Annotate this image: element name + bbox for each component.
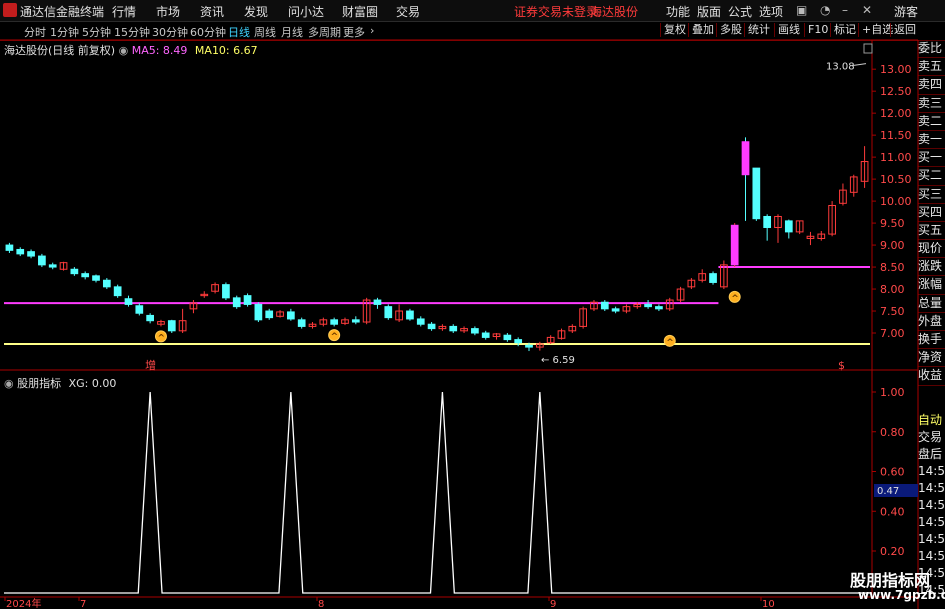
current-value-label: 0.47: [877, 486, 899, 497]
indicator-tick-label: 0.80: [880, 426, 905, 439]
candle: [167, 320, 176, 332]
candle: [471, 328, 479, 334]
price-tick-label: 9.00: [880, 239, 905, 252]
low-price-label: ← 6.59: [541, 355, 575, 366]
candle: [124, 298, 133, 305]
candle: [113, 286, 122, 297]
candle: [600, 301, 609, 310]
candle: [243, 295, 252, 305]
candle: [514, 339, 523, 344]
candle: [38, 255, 46, 266]
time-tick-label: 9: [550, 599, 556, 609]
layout-toggle-icon: [863, 43, 873, 54]
candle: [222, 284, 230, 299]
candle: [70, 268, 79, 275]
candle: [287, 311, 295, 320]
candle: [232, 297, 241, 308]
price-tick-label: 13.00: [880, 63, 912, 76]
candle: [48, 264, 57, 268]
time-tick-label: 2024年: [6, 597, 41, 609]
candle: [481, 332, 490, 338]
price-tick-label: 8.00: [880, 283, 905, 296]
candle: [644, 303, 652, 308]
indicator-line: [4, 391, 870, 594]
time-tick-label: 8: [318, 599, 324, 609]
candle: [709, 273, 717, 283]
candle: [784, 220, 793, 233]
price-tick-label: 8.50: [880, 261, 905, 274]
signal-tag-1: $: [838, 359, 845, 372]
indicator-tick-label: 0.40: [880, 505, 905, 518]
candle: [741, 141, 750, 176]
candle: [146, 314, 154, 322]
candle: [351, 319, 360, 323]
candle: [730, 224, 739, 266]
price-tick-label: 10.00: [880, 195, 912, 208]
candle: [5, 244, 14, 251]
indicator-tick-label: 0.20: [880, 545, 905, 558]
indicator-tick-label: 1.00: [880, 386, 905, 399]
price-tick-label: 11.00: [880, 151, 912, 164]
candle: [297, 319, 306, 327]
candle: [611, 308, 620, 312]
kline-chart[interactable]: 7.00 7.50 8.00 8.50 9.00 9.50 10.00 10.50 11.00 1…: [0, 0, 945, 609]
candle: [503, 334, 512, 341]
price-tick-label: 9.50: [880, 217, 905, 230]
candle: [102, 279, 111, 288]
signal-tag-0: 增: [145, 358, 156, 372]
time-tick-label: 7: [80, 599, 86, 609]
price-tick-label: 12.00: [880, 107, 912, 120]
candle: [427, 323, 436, 330]
candle: [752, 167, 761, 220]
candle: [416, 318, 425, 325]
candle: [135, 305, 144, 314]
candle: [449, 325, 458, 332]
candle: [254, 303, 263, 321]
price-tick-label: 7.00: [880, 327, 905, 340]
high-price-label: 13.08: [826, 62, 855, 73]
candle: [16, 248, 25, 255]
price-tick-label: 12.50: [880, 85, 912, 98]
watermark-url: www.7gpzb.com: [858, 588, 945, 602]
candle: [92, 275, 100, 281]
buy-signal-glyph: ^: [157, 333, 165, 343]
candle: [81, 273, 90, 278]
buy-signal-glyph: ^: [731, 294, 739, 304]
candle: [373, 299, 382, 305]
candle: [265, 310, 274, 319]
price-tick-label: 7.50: [880, 305, 905, 318]
time-tick-label: 10: [762, 599, 775, 609]
buy-signal-glyph: ^: [331, 332, 339, 342]
price-tick-label: 11.50: [880, 129, 912, 142]
candle: [655, 306, 663, 310]
candle: [763, 215, 772, 228]
price-tick-label: 10.50: [880, 173, 912, 186]
buy-signal-glyph: ^: [666, 338, 674, 348]
candle: [27, 251, 35, 257]
indicator-tick-label: 0.60: [880, 466, 905, 479]
candle: [330, 319, 339, 325]
candle: [384, 306, 393, 319]
candle: [406, 310, 414, 320]
candle: [525, 344, 533, 348]
